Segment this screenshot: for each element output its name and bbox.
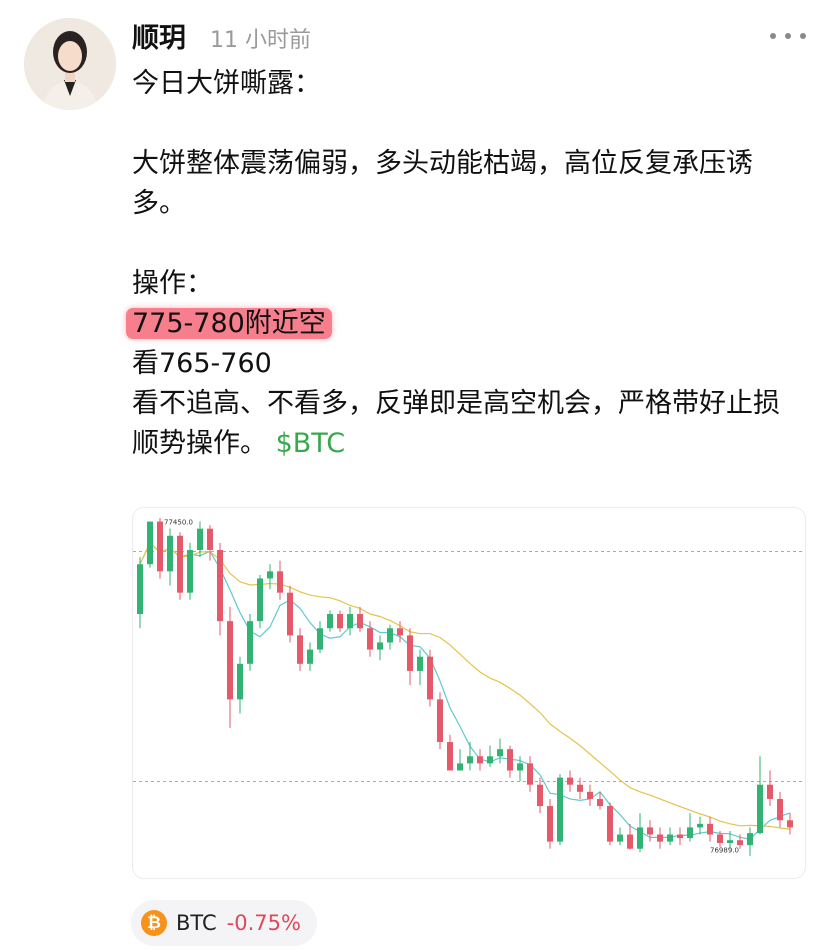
candle-body: [777, 798, 783, 821]
candle-body: [267, 571, 273, 579]
candle-body: [447, 742, 453, 771]
candle-body: [257, 578, 263, 622]
low-price-label: 76989.0: [710, 846, 739, 854]
candle-body: [607, 806, 613, 842]
candle-body: [327, 614, 333, 629]
candle-body: [167, 535, 173, 572]
candle-body: [317, 628, 323, 650]
candle-body: [197, 528, 203, 551]
post-line: 看765-760: [132, 348, 272, 379]
candle-body: [707, 823, 713, 835]
candle-body: [347, 614, 353, 629]
candle-body: [517, 763, 523, 771]
candle-body: [477, 756, 483, 764]
candle-body: [647, 827, 653, 835]
candle-body: [637, 827, 643, 849]
candle-body: [547, 806, 553, 842]
candle-body: [157, 521, 163, 572]
candle-body: [577, 784, 583, 792]
candle-body: [177, 535, 183, 593]
candle-body: [437, 699, 443, 743]
candle-body: [377, 642, 383, 650]
author-avatar[interactable]: [24, 18, 116, 110]
candle-body: [277, 571, 283, 593]
candle-body: [297, 635, 303, 664]
candle-body: [627, 834, 633, 849]
candlestick-chart: 77450.0 76989.0: [133, 518, 805, 856]
price-chart[interactable]: 77450.0 76989.0: [132, 507, 806, 879]
candle-body: [597, 798, 603, 807]
candle-body: [407, 635, 413, 671]
avatar-image: [24, 18, 116, 110]
cashtag-link[interactable]: $BTC: [276, 428, 345, 459]
candle-body: [727, 840, 733, 844]
candle-body: [247, 621, 253, 664]
more-options-icon[interactable]: [770, 26, 806, 46]
candle-body: [337, 614, 343, 629]
candle-body: [507, 749, 513, 771]
candle-body: [467, 756, 473, 764]
candle-body: [617, 834, 623, 842]
candle-body: [397, 628, 403, 636]
candle-body: [137, 564, 143, 615]
ticker-symbol: BTC: [176, 911, 217, 935]
candle-body: [717, 834, 723, 844]
candle-body: [757, 784, 763, 834]
author-name[interactable]: 顺玥: [132, 16, 186, 55]
candle-body: [417, 656, 423, 671]
candle-body: [367, 628, 373, 650]
ticker-chip[interactable]: ₿ BTC -0.75%: [131, 900, 317, 946]
post-body: 今日大饼嘶露： 大饼整体震荡偏弱，多头动能枯竭，高位反复承压诱多。 操作： 77…: [126, 64, 802, 464]
candle-body: [677, 834, 683, 839]
candle-body: [667, 834, 673, 842]
post-line: 今日大饼嘶露：: [132, 68, 321, 99]
candle-body: [787, 820, 793, 828]
candle-body: [697, 823, 703, 828]
high-price-label: 77450.0: [164, 519, 193, 527]
candle-body: [217, 550, 223, 622]
candle-body: [487, 756, 493, 764]
post-line: 大饼整体震荡偏弱，多头动能枯竭，高位反复承压诱多。: [132, 148, 753, 219]
candle-body: [657, 834, 663, 842]
candle-body: [687, 827, 693, 839]
candle-body: [227, 621, 233, 700]
highlighted-line: 775-780附近空: [126, 304, 802, 344]
candle-body: [527, 763, 533, 785]
bitcoin-icon: ₿: [141, 910, 167, 936]
candle-body: [497, 749, 503, 757]
candle-body: [237, 663, 243, 700]
candle-body: [287, 592, 293, 636]
candle-body: [427, 656, 433, 700]
candle-body: [567, 777, 573, 785]
post-line: 看不追高、不看多，反弹即是高空机会，严格带好止损顺势操作。 $BTC: [132, 388, 780, 459]
post-timestamp: 11 小时前: [210, 28, 311, 53]
candle-body: [357, 614, 363, 629]
candle-body: [767, 784, 773, 799]
ticker-change: -0.75%: [226, 911, 301, 935]
candle-body: [307, 649, 313, 664]
candle-body: [147, 521, 153, 565]
candle-body: [537, 784, 543, 807]
candle-body: [207, 528, 213, 551]
candle-body: [387, 628, 393, 643]
candle-body: [187, 550, 193, 593]
post-line: 操作：: [132, 268, 213, 299]
candle-body: [457, 763, 463, 771]
candle-body: [747, 833, 753, 846]
candle-body: [557, 777, 563, 842]
candle-body: [587, 791, 593, 799]
candle-body: [737, 840, 743, 846]
